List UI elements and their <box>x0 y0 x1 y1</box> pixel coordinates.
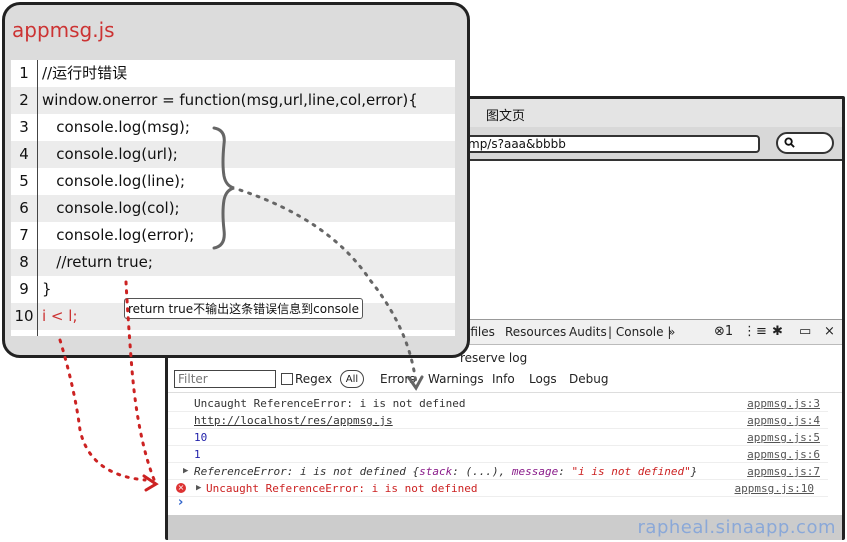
console-message: 1 <box>194 448 201 461</box>
console-message[interactable]: http://localhost/res/appmsg.js <box>194 412 393 429</box>
regex-checkbox[interactable] <box>281 373 293 385</box>
line-number: 8 <box>19 253 29 271</box>
error-badge-icon: × <box>176 483 186 493</box>
level-errors[interactable]: Errors <box>380 372 416 386</box>
line-number: 10 <box>14 307 34 325</box>
code-line: 8 //return true; <box>11 249 455 276</box>
line-number: 4 <box>19 145 29 163</box>
console-prompt[interactable]: › <box>178 495 183 510</box>
line-code: console.log(col); <box>42 199 180 217</box>
gear-icon[interactable]: ✱ <box>772 324 783 339</box>
console-row: http://localhost/res/appmsg.js appmsg.js… <box>168 412 828 429</box>
expand-triangle-icon[interactable]: ▶ <box>183 463 188 480</box>
object-key: message <box>511 465 559 478</box>
gutter-divider <box>37 60 38 336</box>
line-number: 6 <box>19 199 29 217</box>
search-box[interactable] <box>776 132 834 154</box>
console-source-link[interactable]: appmsg.js:4 <box>747 412 820 429</box>
line-code: //运行时错误 <box>42 64 128 82</box>
line-code: console.log(error); <box>42 226 195 244</box>
line-code: console.log(url); <box>42 145 178 163</box>
regex-label: Regex <box>295 372 333 386</box>
tab-resources[interactable]: Resources <box>505 325 566 339</box>
console-row: 10 appmsg.js:5 <box>168 429 828 446</box>
console-filter-bar: Regex All Errors Warnings Info Logs Debu… <box>168 367 842 393</box>
level-debug[interactable]: Debug <box>569 372 608 386</box>
code-line: 2 window.onerror = function(msg,url,line,… <box>11 87 455 114</box>
line-code: window.onerror = function(msg,url,line,c… <box>42 91 418 109</box>
console-row: 1 appmsg.js:6 <box>168 446 828 463</box>
line-code: console.log(msg); <box>42 118 190 136</box>
console-row-error: × ▶ Uncaught ReferenceError: i is not de… <box>168 480 828 497</box>
line-code: } <box>42 280 52 298</box>
search-icon <box>784 137 795 148</box>
filter-input[interactable] <box>174 370 276 388</box>
console-message: Uncaught ReferenceError: i is not define… <box>206 482 478 495</box>
tab-console-label: Console <box>615 325 664 339</box>
console-message: ReferenceError: i is not defined {stack:… <box>194 463 697 480</box>
all-levels-button[interactable]: All <box>340 370 364 388</box>
object-value: "i is not defined" <box>571 465 691 478</box>
line-number: 9 <box>19 280 29 298</box>
console-message: 10 <box>194 431 208 444</box>
curly-brace-icon <box>212 126 235 250</box>
footer-brand: rapheal.sinaapp.com <box>637 517 836 538</box>
object-colon: : <box>558 465 572 478</box>
tab-audits[interactable]: Audits <box>569 325 607 339</box>
close-icon[interactable]: × <box>824 324 835 339</box>
console-message: Uncaught ReferenceError: i is not define… <box>194 397 466 410</box>
dock-icon[interactable]: ▭ <box>799 324 811 339</box>
level-info[interactable]: Info <box>492 372 515 386</box>
level-logs[interactable]: Logs <box>529 372 557 386</box>
line-code: //return true; <box>42 253 153 271</box>
object-prefix: ReferenceError: i is not defined { <box>194 465 420 478</box>
level-warnings[interactable]: Warnings <box>428 372 484 386</box>
console-source-link[interactable]: appmsg.js:10 <box>735 480 814 497</box>
line-number: 7 <box>19 226 29 244</box>
line-number: 2 <box>19 91 29 109</box>
console-row: Uncaught ReferenceError: i is not define… <box>168 395 828 412</box>
line-number: 5 <box>19 172 29 190</box>
browser-footer: rapheal.sinaapp.com <box>168 515 842 540</box>
error-count-indicator[interactable]: ⊗1 <box>714 324 733 339</box>
line-number: 3 <box>19 118 29 136</box>
annotation-tooltip: return true不输出这条错误信息到console <box>124 298 363 319</box>
red-arrow-head <box>142 474 159 492</box>
console-source-link[interactable]: appmsg.js:5 <box>747 429 820 446</box>
code-line: 1 //运行时错误 <box>11 60 455 87</box>
expand-triangle-icon[interactable]: ▶ <box>196 480 201 497</box>
object-key: stack <box>419 465 453 478</box>
console-row: ▶ ReferenceError: i is not defined {stac… <box>168 463 828 480</box>
object-value: : (...), <box>452 465 512 478</box>
line-number: 1 <box>19 64 29 82</box>
preserve-log-label[interactable]: reserve log <box>460 351 527 365</box>
line-code: i < l; <box>42 307 78 325</box>
console-source-link[interactable]: appmsg.js:6 <box>747 446 820 463</box>
error-count: 1 <box>724 324 734 339</box>
object-suffix: } <box>690 465 698 478</box>
line-code: console.log(line); <box>42 172 186 190</box>
more-tabs-icon[interactable]: » <box>668 325 675 339</box>
red-arrow-1 <box>58 338 147 482</box>
code-file-title: appmsg.js <box>12 18 115 42</box>
tab-console[interactable]: | Console | <box>608 325 671 339</box>
browser-title: 图文页 <box>486 109 526 124</box>
show-drawer-icon[interactable]: ⋮≡ <box>743 324 767 339</box>
console-source-link[interactable]: appmsg.js:7 <box>747 463 820 480</box>
console-source-link[interactable]: appmsg.js:3 <box>747 395 820 412</box>
error-circle-icon: ⊗ <box>714 324 725 339</box>
